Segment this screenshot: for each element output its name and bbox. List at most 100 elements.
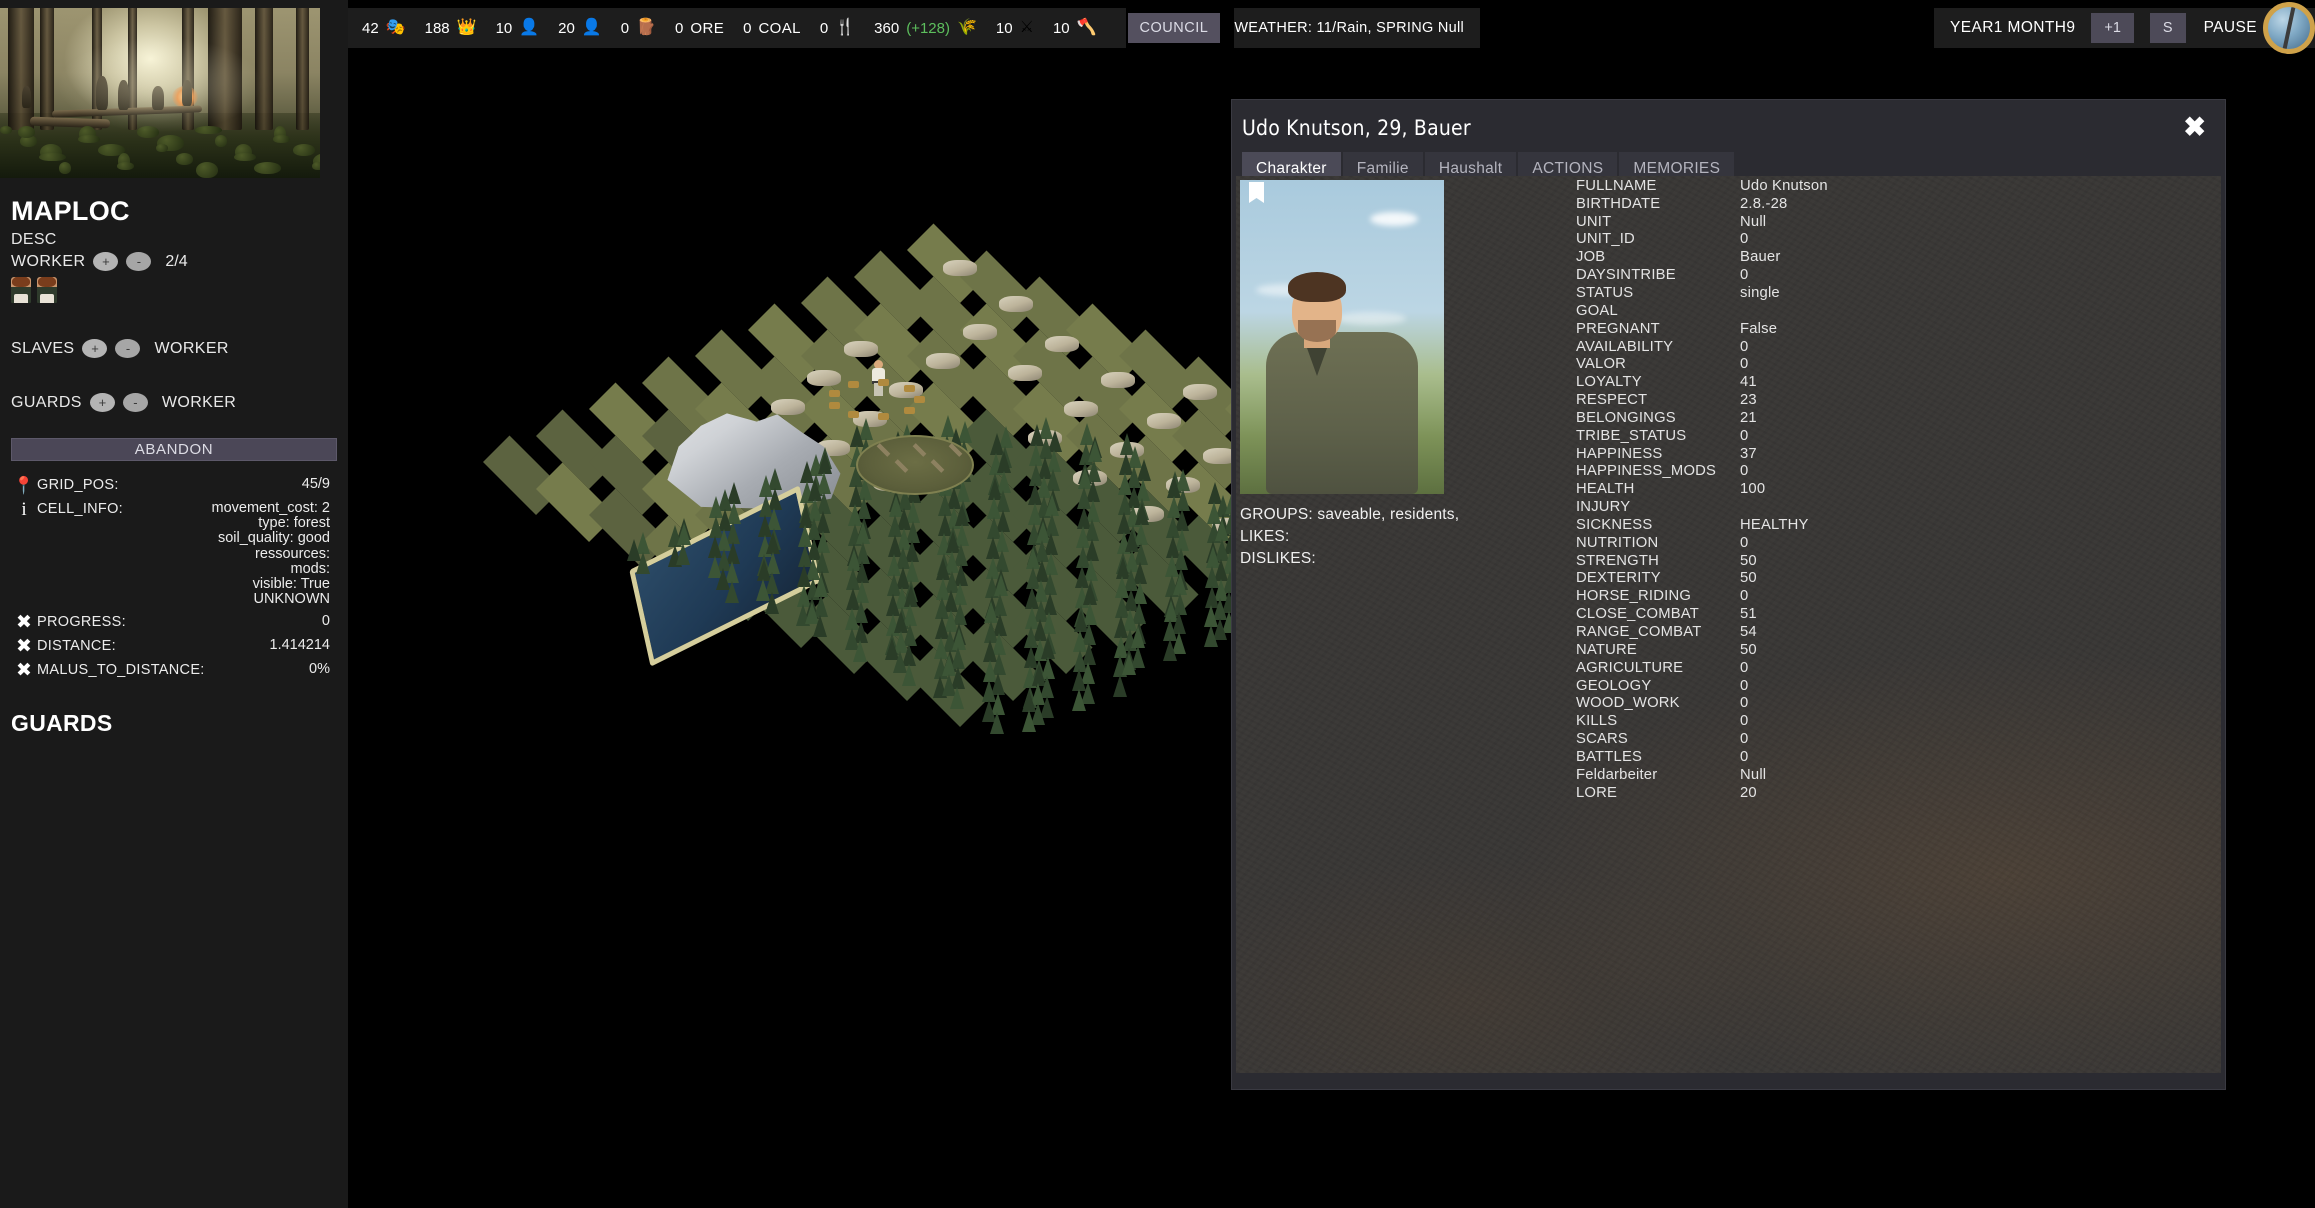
stat-value: 21: [1740, 409, 1757, 426]
resource-mask[interactable]: 42 🎭: [362, 20, 425, 37]
pause-button[interactable]: PAUSE: [2204, 19, 2257, 37]
guards-add-button[interactable]: +: [89, 393, 115, 412]
tree: [1131, 626, 1146, 649]
resource-strip: 42 🎭 188 👑 10 👤 20 👤 0 🪵 0 ORE 0 COAL 0 🍴 360 (+128) 🌾 10 ⚔ 1…: [348, 8, 1126, 48]
stat-row: BATTLES 0: [1576, 748, 2213, 766]
tree: [993, 574, 1008, 597]
tree: [955, 504, 970, 527]
tree: [1162, 639, 1177, 662]
stat-value: 0: [1740, 231, 1749, 248]
slaves-remove-button[interactable]: -: [115, 339, 141, 358]
location-description: DESC: [11, 231, 57, 248]
stat-key: TRIBE_STATUS: [1576, 427, 1687, 444]
cell-info-list: 📍 GRID_POS: 45/9 i CELL_INFO: movement_cost: …: [0, 476, 348, 681]
stat-value: single: [1740, 284, 1780, 301]
tree: [766, 532, 781, 555]
character-dialog-body: GROUPS: saveable, residents, LIKES: DISL…: [1236, 176, 2221, 1073]
close-icon[interactable]: ✖: [2183, 114, 2206, 141]
map-pin-icon: 📍: [13, 476, 35, 495]
character-stats-list: FULLNAME Udo Knutson BIRTHDATE 2.8.-28 UNIT N…: [1576, 177, 2213, 802]
worker-remove-button[interactable]: -: [126, 252, 152, 271]
rock-decoration: [1064, 400, 1099, 417]
harvest-crate: [848, 381, 859, 389]
stat-key: INJURY: [1576, 499, 1631, 516]
rock-decoration: [926, 353, 961, 370]
resource-unknown-person[interactable]: 10 👤: [496, 20, 559, 37]
stat-row: RANGE_COMBAT 54: [1576, 623, 2213, 641]
stat-row: RESPECT 23: [1576, 391, 2213, 409]
stat-row: LORE 20: [1576, 784, 2213, 802]
stat-key: HORSE_RIDING: [1576, 588, 1692, 605]
resource-food[interactable]: 0 🍴: [820, 20, 874, 37]
speed-up-button[interactable]: +1: [2091, 13, 2134, 43]
stat-row: HAPPINESS_MODS 0: [1576, 463, 2213, 481]
resource-crown[interactable]: 188 👑: [425, 20, 496, 37]
stat-key: CLOSE_COMBAT: [1576, 606, 1699, 623]
tree: [1134, 503, 1149, 525]
resource-value: 10: [1052, 19, 1070, 37]
stat-value: 0: [1740, 748, 1749, 765]
worker-add-button[interactable]: +: [93, 252, 119, 271]
globe-icon[interactable]: [2263, 2, 2315, 54]
stats-scroll-area[interactable]: FULLNAME Udo Knutson BIRTHDATE 2.8.-28 UNIT N…: [1236, 176, 2221, 1073]
stat-row: UNIT_ID 0: [1576, 231, 2213, 249]
stat-value: Null: [1740, 766, 1767, 783]
stat-key: STRENGTH: [1576, 552, 1659, 569]
resource-value: 20: [558, 19, 575, 37]
crown-icon: 👑: [456, 19, 477, 36]
guards-slot-label: GUARDS: [11, 393, 82, 411]
stat-key: LORE: [1576, 784, 1618, 801]
tree: [901, 663, 916, 686]
stat-key: JOB: [1576, 249, 1606, 266]
resource-ore[interactable]: 0 ORE: [675, 20, 743, 37]
stat-row: FULLNAME Udo Knutson: [1576, 177, 2213, 195]
resource-shield[interactable]: 10 ⚔: [996, 20, 1053, 37]
avatar[interactable]: [37, 277, 57, 303]
stat-row: CLOSE_COMBAT 51: [1576, 605, 2213, 623]
resource-axe[interactable]: 10 🪓: [1053, 20, 1116, 37]
resource-coal[interactable]: 0 COAL: [743, 20, 820, 37]
resource-grain[interactable]: 360 (+128) 🌾: [874, 20, 996, 37]
stat-key: RANGE_COMBAT: [1576, 624, 1702, 641]
stat-key: AGRICULTURE: [1576, 659, 1684, 676]
stat-row: VALOR 0: [1576, 355, 2213, 373]
guards-remove-button[interactable]: -: [122, 393, 148, 412]
axe-icon: 🪓: [1076, 19, 1097, 36]
stat-row: HAPPINESS 37: [1576, 445, 2213, 463]
info-key: GRID_POS:: [37, 477, 119, 493]
tree: [676, 542, 691, 565]
stat-key: FULLNAME: [1576, 177, 1657, 194]
tree: [764, 591, 779, 614]
info-value: 1.414214: [269, 636, 330, 653]
info-icon: i: [21, 499, 27, 520]
slaves-add-button[interactable]: +: [82, 339, 108, 358]
tree: [856, 521, 871, 544]
stat-value: 20: [1740, 784, 1757, 801]
stat-key: AVAILABILITY: [1576, 338, 1674, 355]
stat-value: 54: [1740, 624, 1757, 641]
resource-person[interactable]: 20 👤: [558, 20, 621, 37]
stat-value: 51: [1740, 606, 1757, 623]
cross-icon: ✖: [16, 659, 32, 681]
avatar[interactable]: [11, 277, 31, 303]
save-button[interactable]: S: [2149, 13, 2186, 43]
page-title: MAPLOC: [11, 196, 130, 226]
resource-label: ORE: [690, 19, 725, 37]
stat-key: HAPPINESS_MODS: [1576, 463, 1717, 480]
resource-wood-log[interactable]: 0 🪵: [621, 20, 675, 37]
stat-value: 100: [1740, 481, 1766, 498]
abandon-button[interactable]: ABANDON: [11, 438, 337, 461]
rock-decoration: [1183, 383, 1218, 400]
stat-key: GOAL: [1576, 302, 1618, 319]
info-row-gridpos: 📍 GRID_POS: 45/9: [0, 476, 348, 495]
stat-value: Udo Knutson: [1740, 177, 1828, 194]
stat-value: 0: [1740, 338, 1749, 355]
harvest-crate: [877, 379, 889, 387]
info-value: movement_cost: 2 type: forest soil_quali…: [211, 500, 330, 608]
stat-key: BATTLES: [1576, 748, 1643, 765]
stat-row: SICKNESS HEALTHY: [1576, 516, 2213, 534]
player-character[interactable]: [872, 360, 885, 396]
stat-value: 2.8.-28: [1740, 195, 1788, 212]
stat-value: 23: [1740, 392, 1757, 409]
harvest-crate: [828, 401, 840, 409]
